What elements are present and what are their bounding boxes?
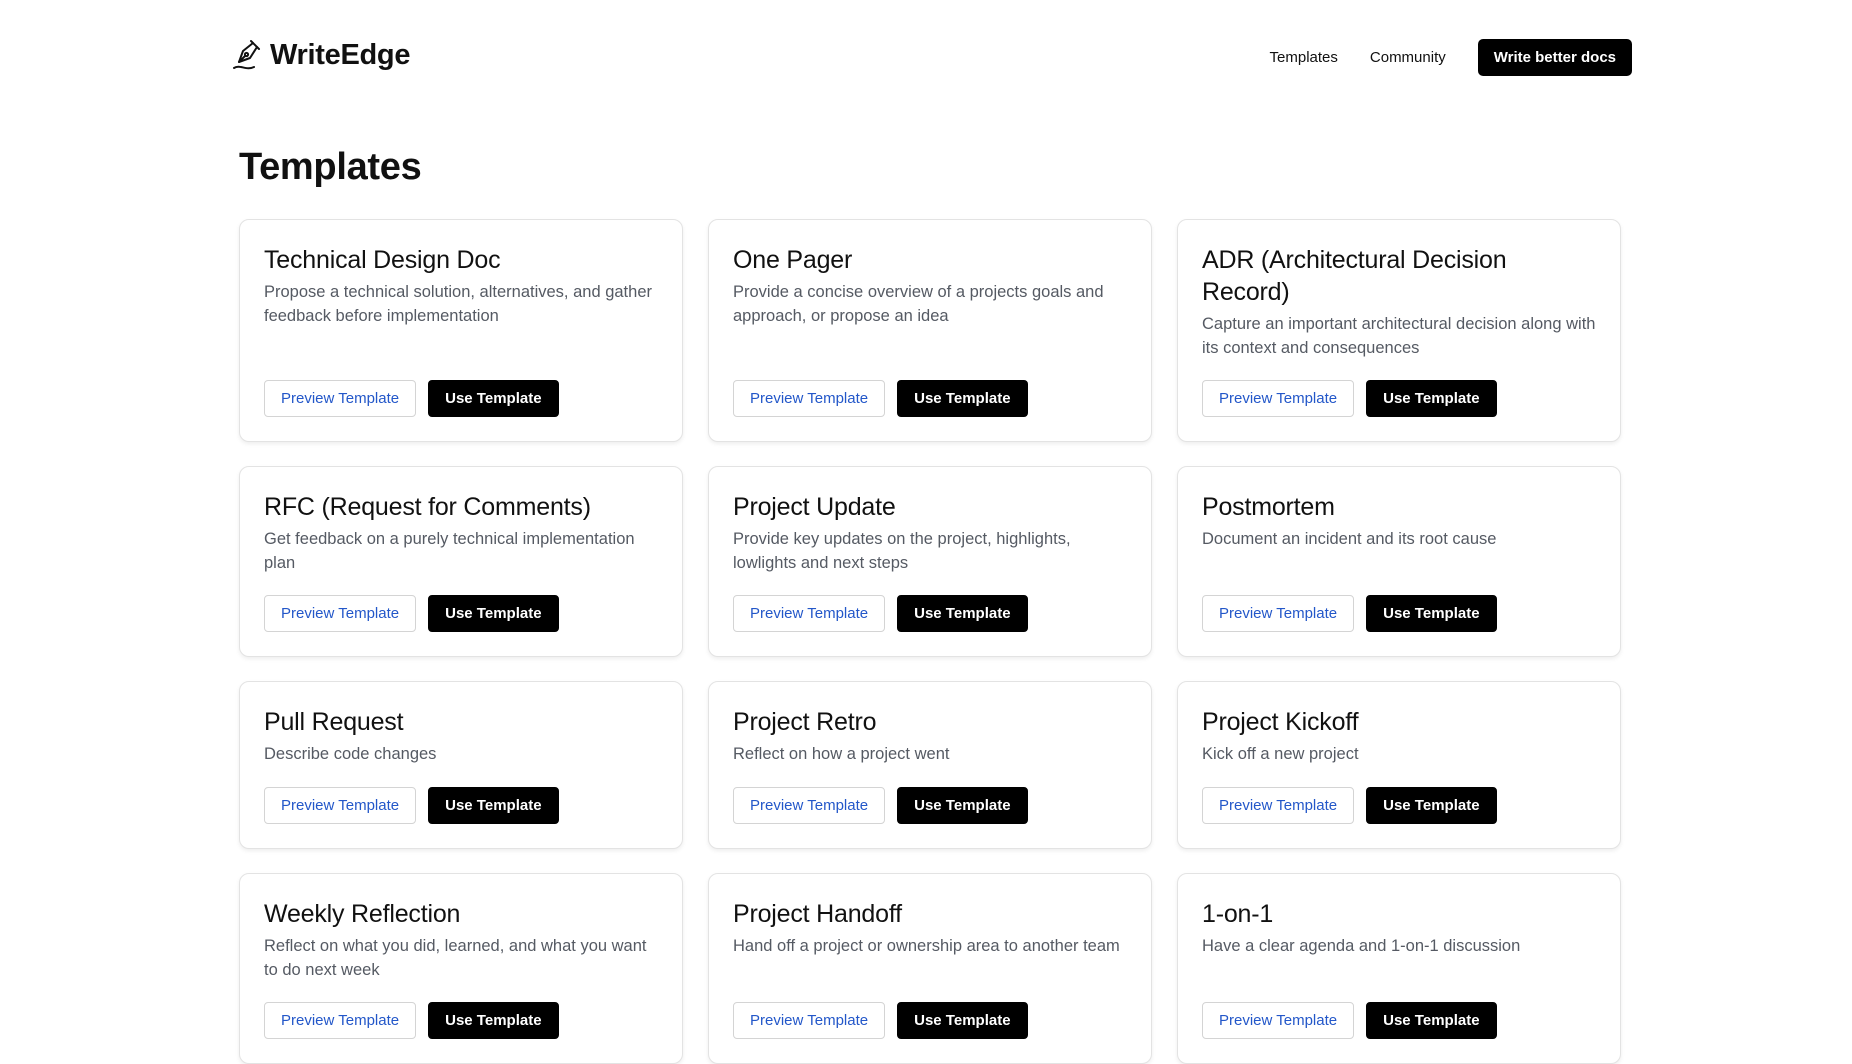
template-actions: Preview Template Use Template [1202, 775, 1596, 824]
template-card-1-on-1: 1-on-1 Have a clear agenda and 1-on-1 di… [1177, 873, 1621, 1064]
nav-link-templates[interactable]: Templates [1270, 49, 1338, 66]
use-template-button[interactable]: Use Template [1366, 1002, 1497, 1039]
template-title: Pull Request [264, 708, 404, 736]
preview-template-button[interactable]: Preview Template [1202, 595, 1355, 632]
use-template-button[interactable]: Use Template [428, 595, 559, 632]
preview-template-button[interactable]: Preview Template [1202, 787, 1355, 824]
template-description: Reflect on what you did, learned, and wh… [264, 937, 647, 979]
template-description: Document an incident and its root cause [1202, 530, 1497, 548]
nav-link-community[interactable]: Community [1370, 49, 1446, 66]
page-title: Templates [239, 146, 422, 188]
template-actions: Preview Template Use Template [1202, 368, 1596, 417]
template-actions: Preview Template Use Template [264, 775, 658, 824]
template-title: One Pager [733, 246, 853, 274]
template-title: Weekly Reflection [264, 900, 461, 928]
preview-template-button[interactable]: Preview Template [264, 595, 417, 632]
template-description: Provide key updates on the project, high… [733, 530, 1071, 572]
use-template-button[interactable]: Use Template [428, 787, 559, 824]
template-title: ADR (Architectural Decision Record) [1202, 246, 1507, 306]
preview-template-button[interactable]: Preview Template [733, 595, 886, 632]
preview-template-button[interactable]: Preview Template [733, 1002, 886, 1039]
template-card-rfc: RFC (Request for Comments) Get feedback … [239, 466, 683, 657]
template-actions: Preview Template Use Template [1202, 990, 1596, 1039]
template-title: Postmortem [1202, 493, 1335, 521]
use-template-button[interactable]: Use Template [897, 380, 1028, 417]
brand-logo[interactable]: WriteEdge [232, 38, 410, 72]
site-header: WriteEdge Templates Community Write bett… [0, 0, 1852, 115]
template-title: Technical Design Doc [264, 246, 501, 274]
template-actions: Preview Template Use Template [733, 583, 1127, 632]
template-grid: Technical Design Doc Propose a technical… [239, 219, 1621, 1064]
template-description: Kick off a new project [1202, 745, 1359, 763]
template-actions: Preview Template Use Template [1202, 583, 1596, 632]
template-card-project-retro: Project Retro Reflect on how a project w… [708, 681, 1152, 849]
use-template-button[interactable]: Use Template [428, 1002, 559, 1039]
template-description: Have a clear agenda and 1-on-1 discussio… [1202, 937, 1521, 955]
template-actions: Preview Template Use Template [733, 368, 1127, 417]
template-card-project-kickoff: Project Kickoff Kick off a new project P… [1177, 681, 1621, 849]
template-description: Propose a technical solution, alternativ… [264, 283, 652, 325]
use-template-button[interactable]: Use Template [897, 595, 1028, 632]
template-title: RFC (Request for Comments) [264, 493, 591, 521]
pen-nib-icon [233, 40, 260, 70]
template-title: Project Retro [733, 708, 877, 736]
use-template-button[interactable]: Use Template [1366, 380, 1497, 417]
template-title: 1-on-1 [1202, 900, 1274, 928]
template-actions: Preview Template Use Template [264, 990, 658, 1039]
template-description: Describe code changes [264, 745, 437, 763]
template-card-technical-design-doc: Technical Design Doc Propose a technical… [239, 219, 683, 442]
preview-template-button[interactable]: Preview Template [733, 380, 886, 417]
preview-template-button[interactable]: Preview Template [264, 787, 417, 824]
write-better-docs-button[interactable]: Write better docs [1477, 39, 1632, 76]
template-card-adr: ADR (Architectural Decision Record) Capt… [1177, 219, 1621, 442]
template-card-postmortem: Postmortem Document an incident and its … [1177, 466, 1621, 657]
use-template-button[interactable]: Use Template [1366, 595, 1497, 632]
preview-template-button[interactable]: Preview Template [264, 380, 417, 417]
preview-template-button[interactable]: Preview Template [1202, 380, 1355, 417]
use-template-button[interactable]: Use Template [1366, 787, 1497, 824]
preview-template-button[interactable]: Preview Template [264, 1002, 417, 1039]
template-card-one-pager: One Pager Provide a concise overview of … [708, 219, 1152, 442]
template-title: Project Handoff [733, 900, 902, 928]
template-card-weekly-reflection: Weekly Reflection Reflect on what you di… [239, 873, 683, 1064]
template-description: Get feedback on a purely technical imple… [264, 530, 635, 572]
template-card-project-handoff: Project Handoff Hand off a project or ow… [708, 873, 1152, 1064]
template-description: Provide a concise overview of a projects… [733, 283, 1104, 325]
template-description: Hand off a project or ownership area to … [733, 937, 1120, 955]
template-actions: Preview Template Use Template [733, 990, 1127, 1039]
template-title: Project Update [733, 493, 896, 521]
use-template-button[interactable]: Use Template [897, 1002, 1028, 1039]
template-description: Reflect on how a project went [733, 745, 950, 763]
template-title: Project Kickoff [1202, 708, 1359, 736]
top-nav: Templates Community Write better docs [1270, 39, 1632, 76]
template-card-pull-request: Pull Request Describe code changes Previ… [239, 681, 683, 849]
template-description: Capture an important architectural decis… [1202, 315, 1596, 357]
preview-template-button[interactable]: Preview Template [733, 787, 886, 824]
template-actions: Preview Template Use Template [264, 583, 658, 632]
template-actions: Preview Template Use Template [264, 368, 658, 417]
template-card-project-update: Project Update Provide key updates on th… [708, 466, 1152, 657]
use-template-button[interactable]: Use Template [897, 787, 1028, 824]
use-template-button[interactable]: Use Template [428, 380, 559, 417]
brand-name: WriteEdge [270, 38, 411, 71]
preview-template-button[interactable]: Preview Template [1202, 1002, 1355, 1039]
template-actions: Preview Template Use Template [733, 775, 1127, 824]
